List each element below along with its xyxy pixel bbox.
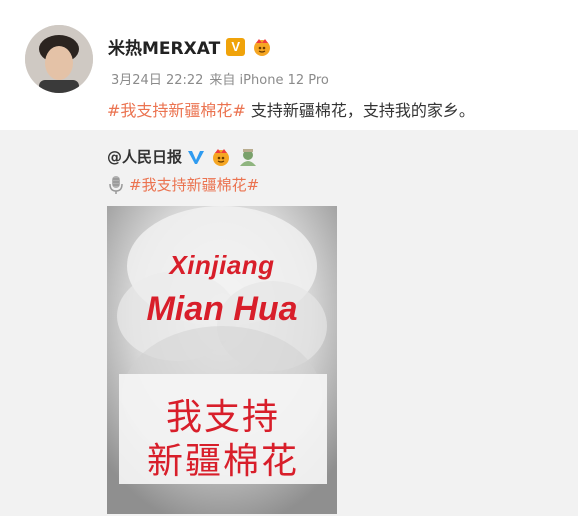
fan-badge-icon	[254, 38, 271, 56]
post-source: 来自 iPhone 12 Pro	[209, 73, 329, 88]
hashtag-link[interactable]: #我支持新疆棉花#	[107, 101, 246, 120]
repost-author-name[interactable]: @人民日报	[107, 146, 182, 167]
image-title-line1: Xinjiang	[169, 250, 275, 280]
microphone-icon	[109, 175, 123, 194]
post-meta: 3月24日 22:22 来自 iPhone 12 Pro	[111, 69, 335, 88]
author-row: 米热MERXAT V	[108, 34, 273, 59]
verified-v-icon: V	[226, 37, 246, 56]
image-title-line2: Mian Hua	[146, 290, 298, 328]
repost-image[interactable]: Xinjiang Mian Hua 我支持 新疆棉花	[107, 206, 337, 514]
fan-badge-icon	[213, 148, 230, 166]
post-body: 支持新疆棉花，支持我的家乡。	[245, 101, 475, 120]
repost-author-row: @人民日报	[107, 146, 259, 167]
post-content: #我支持新疆棉花# 支持新疆棉花，支持我的家乡。	[107, 97, 475, 121]
image-caption-line2: 新疆棉花	[146, 441, 299, 482]
post-timestamp[interactable]: 3月24日 22:22	[111, 73, 203, 88]
repost-block[interactable]: @人民日报 #我支持新疆棉花# Xinjiang Mian Hua 我支持 新疆…	[0, 130, 578, 516]
avatar[interactable]	[25, 25, 93, 93]
image-caption-box: 我支持 新疆棉花	[119, 374, 327, 484]
weibo-post: 米热MERXAT V 3月24日 22:22 来自 iPhone 12 Pro #…	[0, 0, 578, 130]
verified-v-icon	[188, 150, 205, 164]
author-name[interactable]: 米热MERXAT	[108, 34, 220, 59]
green-badge-icon	[240, 148, 257, 166]
repost-hashtag-link[interactable]: #我支持新疆棉花#	[129, 174, 259, 195]
repost-content: #我支持新疆棉花#	[107, 174, 259, 195]
